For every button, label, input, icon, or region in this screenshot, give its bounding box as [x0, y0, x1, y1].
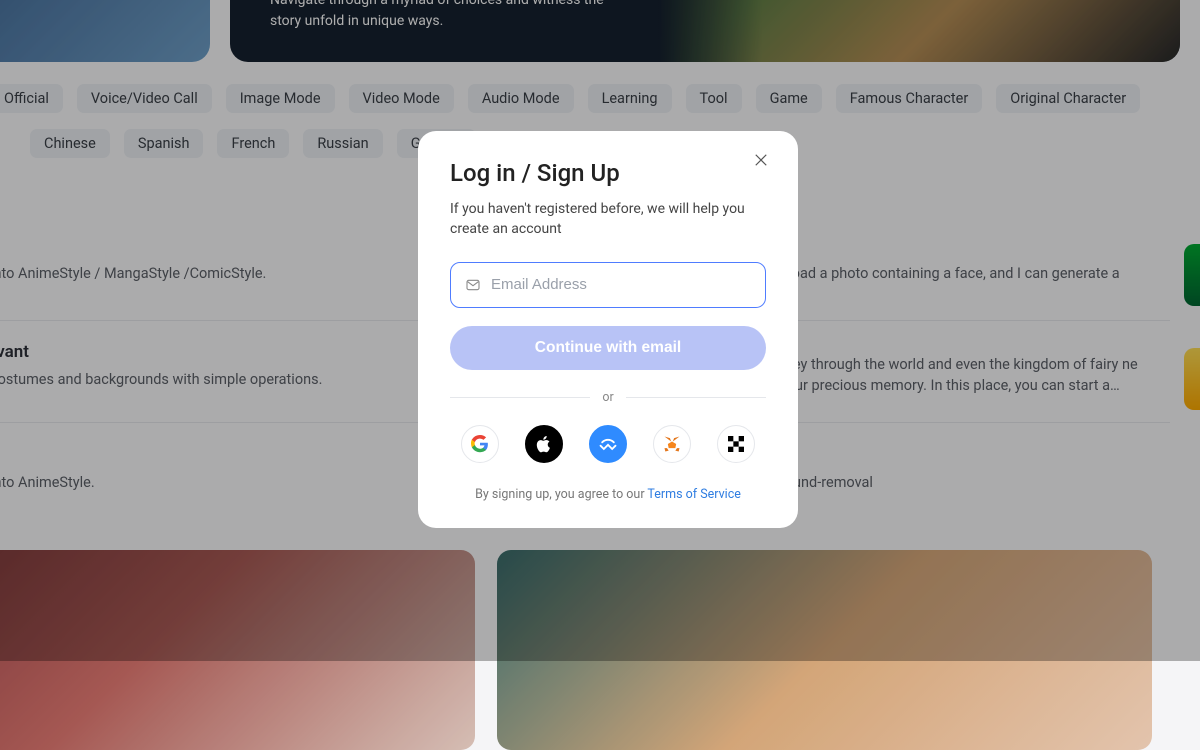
walletconnect-login-button[interactable]	[589, 425, 627, 463]
close-icon[interactable]	[752, 151, 776, 175]
okx-login-button[interactable]	[717, 425, 755, 463]
or-label: or	[602, 390, 613, 405]
email-input[interactable]	[491, 276, 751, 293]
metamask-icon	[662, 434, 682, 454]
google-icon	[471, 435, 489, 453]
email-field-wrap[interactable]	[450, 262, 766, 308]
divider	[626, 397, 766, 398]
modal-subtitle: If you haven't registered before, we wil…	[450, 199, 750, 240]
mail-icon	[465, 277, 481, 293]
google-login-button[interactable]	[461, 425, 499, 463]
terms-of-service-link[interactable]: Terms of Service	[647, 487, 740, 502]
continue-with-email-button[interactable]: Continue with email	[450, 326, 766, 370]
divider	[450, 397, 590, 398]
okx-icon	[728, 436, 744, 452]
modal-title: Log in / Sign Up	[450, 159, 766, 187]
terms-text: By signing up, you agree to our Terms of…	[450, 487, 766, 502]
apple-login-button[interactable]	[525, 425, 563, 463]
walletconnect-icon	[598, 434, 618, 454]
metamask-login-button[interactable]	[653, 425, 691, 463]
apple-icon	[536, 435, 552, 453]
login-modal: Log in / Sign Up If you haven't register…	[418, 131, 798, 528]
